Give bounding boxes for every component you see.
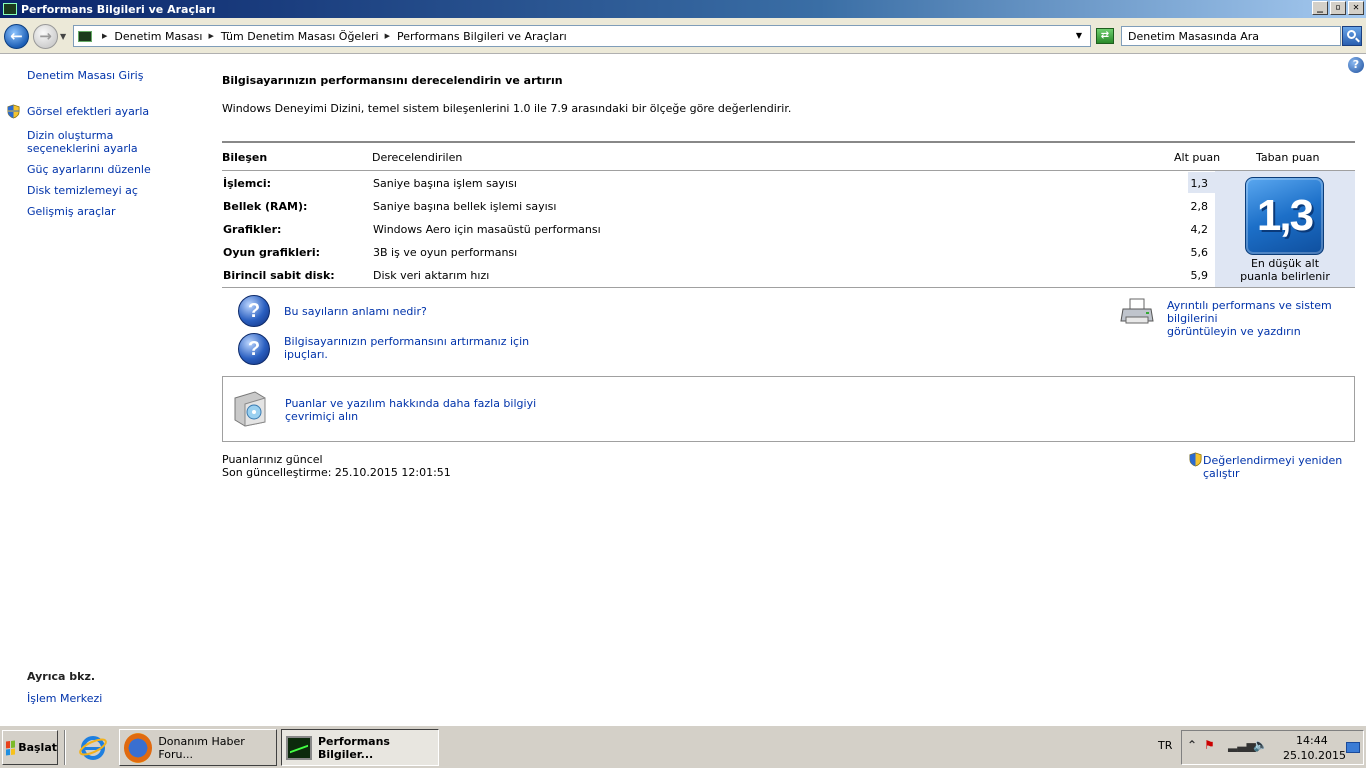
uac-shield-icon	[7, 104, 20, 119]
taskbar-item-performance[interactable]: Performans Bilgiler...	[281, 729, 439, 766]
detailed-info-link[interactable]: Ayrıntılı performans ve sistem bilgileri…	[1167, 299, 1366, 338]
windows-flag-icon	[6, 740, 16, 755]
control-panel-icon	[78, 30, 92, 42]
internet-explorer-icon[interactable]	[78, 732, 108, 762]
rerun-assessment-link[interactable]: Değerlendirmeyi yeniden çalıştır	[1203, 454, 1366, 480]
refresh-button[interactable]: ⇄	[1096, 28, 1114, 44]
question-icon: ?	[238, 295, 270, 327]
taskbar: Başlat Donanım Haber Foru... Performans …	[0, 725, 1366, 768]
component-label: Grafikler:	[223, 223, 282, 236]
page-title: Bilgisayarınızın performansını derecelen…	[222, 74, 563, 87]
close-button[interactable]: ✕	[1348, 1, 1364, 15]
breadcrumb-all-items[interactable]: ▶ Tüm Denetim Masası Öğeleri	[208, 30, 378, 43]
component-description: Saniye başına işlem sayısı	[373, 177, 517, 190]
maximize-button[interactable]: ▫	[1330, 1, 1346, 15]
component-description: Disk veri aktarım hızı	[373, 269, 490, 282]
action-center-link[interactable]: İşlem Merkezi	[27, 692, 102, 705]
status-current: Puanlarınız güncel	[222, 453, 323, 466]
header-rated: Derecelendirilen	[372, 151, 463, 164]
header-component: Bileşen	[222, 151, 268, 164]
history-dropdown-icon[interactable]: ▼	[60, 32, 66, 41]
component-score: 2,8	[1190, 200, 1209, 213]
visual-effects-link[interactable]: Görsel efektleri ayarla	[27, 105, 149, 118]
address-dropdown-icon[interactable]: ▼	[1076, 31, 1082, 40]
breadcrumb-control-panel[interactable]: ▶ Denetim Masası	[102, 30, 202, 43]
task-pane: Denetim Masası Giriş Görsel efektleri ay…	[0, 55, 200, 725]
component-description: 3B iş ve oyun performansı	[373, 246, 518, 259]
header-base-score: Taban puan	[1256, 151, 1320, 164]
performance-tips-link[interactable]: Bilgisayarınızın performansını artırmanı…	[284, 335, 529, 361]
component-score: 5,6	[1190, 246, 1209, 259]
search-icon[interactable]	[1342, 26, 1362, 46]
help-icon[interactable]: ?	[1348, 57, 1364, 73]
title-bar: Performans Bilgileri ve Araçları _ ▫ ✕	[0, 0, 1366, 18]
component-score: 1,3	[1190, 177, 1209, 190]
back-button[interactable]: ←	[4, 24, 29, 49]
component-label: Oyun grafikleri:	[223, 246, 321, 259]
taskbar-item-firefox[interactable]: Donanım Haber Foru...	[119, 729, 277, 766]
scores-meaning-link[interactable]: Bu sayıların anlamı nedir?	[284, 305, 427, 318]
minimize-button[interactable]: _	[1312, 1, 1328, 15]
table-top-rule	[222, 141, 1355, 143]
uac-shield-icon	[1189, 452, 1202, 467]
taskbar-separator	[64, 730, 66, 765]
firefox-icon	[124, 732, 153, 763]
component-description: Saniye başına bellek işlemi sayısı	[373, 200, 557, 213]
page-description: Windows Deneyimi Dizini, temel sistem bi…	[222, 102, 792, 115]
base-score-value: 1,3	[1256, 191, 1314, 240]
language-indicator[interactable]: TR	[1158, 739, 1172, 752]
indexing-options-link[interactable]: Dizin oluşturma seçeneklerini ayarla	[27, 129, 177, 155]
clock-time[interactable]: 14:44	[1296, 734, 1328, 747]
disk-cleanup-link[interactable]: Disk temizlemeyi aç	[27, 184, 138, 197]
header-subscore: Alt puan	[1174, 151, 1221, 164]
online-info-link[interactable]: Puanlar ve yazılım hakkında daha fazla b…	[285, 397, 536, 423]
advanced-tools-link[interactable]: Gelişmiş araçlar	[27, 205, 116, 218]
base-score-badge: 1,3	[1245, 177, 1324, 255]
component-label: Birincil sabit disk:	[223, 269, 335, 282]
component-description: Windows Aero için masaüstü performansı	[373, 223, 601, 236]
table-bottom-rule	[222, 287, 1355, 288]
question-icon: ?	[238, 333, 270, 365]
component-score: 5,9	[1190, 269, 1209, 282]
control-panel-home-link[interactable]: Denetim Masası Giriş	[27, 69, 143, 82]
power-settings-link[interactable]: Güç ayarlarını düzenle	[27, 163, 151, 176]
status-last-update: Son güncelleştirme: 25.10.2015 12:01:51	[222, 466, 451, 479]
table-header-rule	[222, 170, 1355, 171]
start-button[interactable]: Başlat	[2, 730, 58, 765]
performance-monitor-icon	[286, 735, 312, 760]
forward-button[interactable]: →	[33, 24, 58, 49]
address-box[interactable]: ▶ Denetim Masası ▶ Tüm Denetim Masası Öğel…	[73, 25, 1091, 47]
breadcrumb-performance[interactable]: ▶ Performans Bilgileri ve Araçları	[385, 30, 567, 43]
search-input[interactable]: Denetim Masasında Ara	[1121, 26, 1341, 46]
window-title: Performans Bilgileri ve Araçları	[21, 2, 216, 16]
component-score: 4,2	[1190, 223, 1209, 236]
show-desktop-icon[interactable]	[1346, 742, 1360, 753]
show-hidden-icons-icon[interactable]: ⌃	[1187, 738, 1197, 752]
printer-icon	[1120, 298, 1154, 324]
software-box-icon	[234, 391, 266, 427]
network-signal-icon[interactable]: ▂▃▅	[1228, 738, 1256, 752]
action-center-flag-icon[interactable]: ⚑	[1204, 738, 1215, 752]
see-also-heading: Ayrıca bkz.	[27, 670, 96, 683]
clock-date[interactable]: 25.10.2015	[1283, 749, 1346, 762]
performance-app-icon	[3, 3, 17, 15]
address-bar: ← → ▼ ▶ Denetim Masası ▶ Tüm Denetim Masas…	[0, 18, 1366, 54]
volume-icon[interactable]: 🔈	[1253, 738, 1268, 752]
component-label: Bellek (RAM):	[223, 200, 308, 213]
component-label: İşlemci:	[223, 177, 272, 190]
base-score-caption: En düşük alt puanla belirlenir	[1240, 257, 1330, 283]
